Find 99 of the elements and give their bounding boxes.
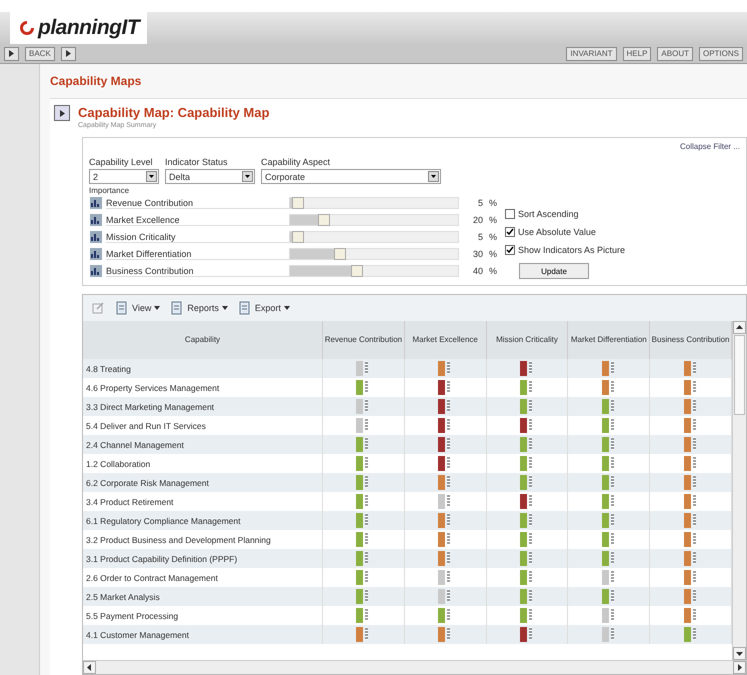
weight-slider[interactable]	[289, 214, 459, 226]
chart-icon	[89, 196, 103, 210]
dropdown-field[interactable]: Corporate	[261, 169, 441, 184]
importance-label: Importance	[89, 186, 130, 195]
chart-icon	[89, 213, 103, 227]
weight-name: Revenue Contribution	[106, 198, 289, 208]
capability-cell: 4.6 Property Services Management	[83, 378, 323, 397]
capability-cell: 3.2 Product Business and Development Planning	[83, 530, 323, 549]
capability-cell: 3.4 Product Retirement	[83, 492, 323, 511]
forward-button[interactable]	[60, 46, 76, 60]
slider-thumb[interactable]	[292, 197, 304, 209]
caret-icon	[284, 305, 290, 311]
logo-text: planningIT	[38, 16, 140, 40]
document-icon	[115, 301, 129, 315]
weight-slider[interactable]	[289, 265, 459, 277]
column-header[interactable]: Revenue Contribution	[323, 321, 405, 359]
document-icon	[170, 301, 184, 315]
scroll-down-icon[interactable]	[736, 650, 743, 657]
scrollbar-thumb[interactable]	[734, 335, 745, 415]
percent-sign: %	[488, 215, 497, 225]
capability-cell: 6.1 Regulatory Compliance Management	[83, 511, 323, 530]
slider-thumb[interactable]	[292, 231, 304, 243]
weight-value: 30	[472, 249, 483, 259]
checkbox-label: Sort Ascending	[518, 209, 579, 219]
dropdown-caret-icon	[242, 171, 253, 182]
field-label: Capability Aspect	[261, 157, 332, 167]
caret-icon	[222, 305, 228, 311]
toolbar-menu-button[interactable]: Export	[238, 301, 290, 315]
checkbox-label: Show Indicators As Picture	[518, 245, 626, 255]
scroll-right-icon[interactable]	[736, 664, 743, 671]
collapse-filter-link[interactable]: Collapse Filter ...	[680, 142, 740, 151]
weight-value: 5	[476, 232, 483, 242]
percent-sign: %	[488, 266, 497, 276]
weight-slider[interactable]	[289, 197, 459, 209]
checkmark-icon	[506, 228, 514, 236]
slider-thumb[interactable]	[318, 214, 330, 226]
checkbox[interactable]	[505, 227, 515, 237]
top-nav-button[interactable]: ABOUT	[657, 46, 693, 60]
capability-cell: 6.2 Corporate Risk Management	[83, 473, 323, 492]
top-nav-button[interactable]: INVARIANT	[566, 46, 617, 60]
column-header[interactable]: Mission Criticality	[486, 321, 568, 359]
dropdown-field[interactable]: 2	[89, 169, 159, 184]
play-icon[interactable]	[8, 50, 15, 57]
percent-sign: %	[488, 198, 497, 208]
weight-name: Market Differentiation	[106, 248, 289, 260]
update-button[interactable]: Update	[519, 263, 589, 279]
capability-cell: 2.5 Market Analysis	[83, 587, 323, 606]
caret-icon	[154, 305, 160, 311]
capability-cell: 5.4 Deliver and Run IT Services	[83, 416, 323, 435]
column-header[interactable]: Market Excellence	[404, 321, 487, 359]
weight-name: Mission Criticality	[106, 232, 289, 242]
capability-cell: 2.6 Order to Contract Management	[83, 568, 323, 587]
weight-name: Business Contribution	[106, 266, 289, 276]
capability-cell: 5.5 Payment Processing	[83, 606, 323, 625]
slider-thumb[interactable]	[351, 265, 364, 277]
slider-thumb[interactable]	[334, 248, 346, 260]
logo-icon	[18, 19, 36, 37]
column-header[interactable]: Capability	[83, 321, 323, 359]
toolbar-menu-button[interactable]: View	[115, 301, 160, 315]
checkbox-label: Use Absolute Value	[518, 227, 596, 237]
section-title: Capability Map: Capability Map	[78, 105, 270, 120]
document-icon	[238, 301, 252, 315]
weight-slider[interactable]	[289, 231, 459, 243]
weight-slider[interactable]	[289, 248, 459, 260]
top-nav-button[interactable]: HELP	[622, 46, 652, 60]
dropdown-caret-icon	[146, 171, 157, 182]
column-header[interactable]: Business Contribution	[650, 321, 732, 359]
capability-cell: 3.3 Direct Marketing Management	[83, 397, 323, 416]
dropdown-field[interactable]: Delta	[165, 169, 255, 184]
play-icon[interactable]	[64, 50, 72, 57]
scroll-left-icon[interactable]	[86, 664, 93, 671]
scroll-up-icon[interactable]	[736, 324, 743, 331]
play-icon[interactable]	[58, 110, 66, 116]
checkbox[interactable]	[505, 245, 515, 255]
dropdown-caret-icon	[428, 171, 439, 182]
collapse-section-button[interactable]	[54, 105, 70, 121]
percent-sign: %	[488, 232, 497, 242]
weight-name: Market Excellence	[106, 214, 289, 226]
checkmark-icon	[506, 246, 514, 254]
checkbox[interactable]	[505, 209, 515, 219]
field-label: Indicator Status	[165, 157, 229, 167]
field-label: Capability Level	[89, 157, 154, 167]
toolbar-menu-button[interactable]: Reports	[170, 301, 228, 315]
page-title: Capability Maps	[50, 74, 142, 88]
top-nav-button[interactable]: OPTIONS	[698, 46, 743, 60]
capability-cell: 4.8 Treating	[83, 359, 323, 378]
capability-cell: 2.4 Channel Management	[83, 435, 323, 454]
back-button[interactable]: BACK	[25, 46, 55, 60]
weight-value: 40	[472, 266, 483, 276]
expand-button[interactable]	[4, 46, 19, 60]
capability-cell: 4.1 Customer Management	[83, 625, 323, 644]
capability-cell: 3.1 Product Capability Definition (PPPF)	[83, 549, 323, 568]
weight-value: 5	[476, 198, 483, 208]
percent-sign: %	[488, 249, 497, 259]
chart-icon	[89, 264, 103, 278]
chart-icon	[89, 230, 103, 244]
column-header[interactable]: Market Differentiation	[568, 321, 650, 359]
chart-icon	[89, 247, 103, 261]
weight-value: 20	[472, 215, 483, 225]
